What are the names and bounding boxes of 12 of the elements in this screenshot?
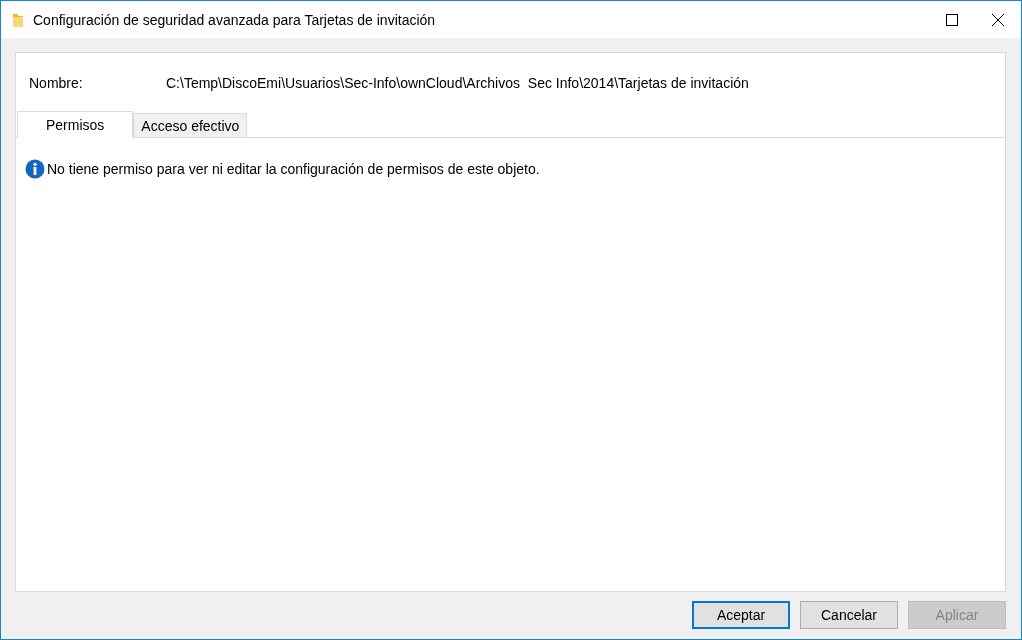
tab[interactable]: Permisos — [17, 111, 134, 138]
folder-icon — [13, 12, 25, 27]
tab[interactable]: Acceso efectivo — [133, 113, 248, 137]
info-icon — [25, 159, 45, 179]
info-message: No tiene permiso para ver ni editar la configuración de permisos de este objeto. — [47, 161, 540, 177]
path-value: C:\Temp\DiscoEmi\Usuarios\Sec-Info\ownCloud\Archivos Sec Info\2014\Tarjetas de invitación — [166, 75, 749, 91]
window-title: Configuración de seguridad avanzada para Tarjetas de invitación — [33, 11, 437, 28]
close-icon — [992, 13, 1004, 26]
name-label: Nombre: — [29, 75, 84, 91]
maximize-icon — [946, 13, 958, 26]
dialog-button[interactable]: Cancelar — [800, 601, 898, 629]
dialog-button[interactable]: Aceptar — [692, 601, 790, 629]
